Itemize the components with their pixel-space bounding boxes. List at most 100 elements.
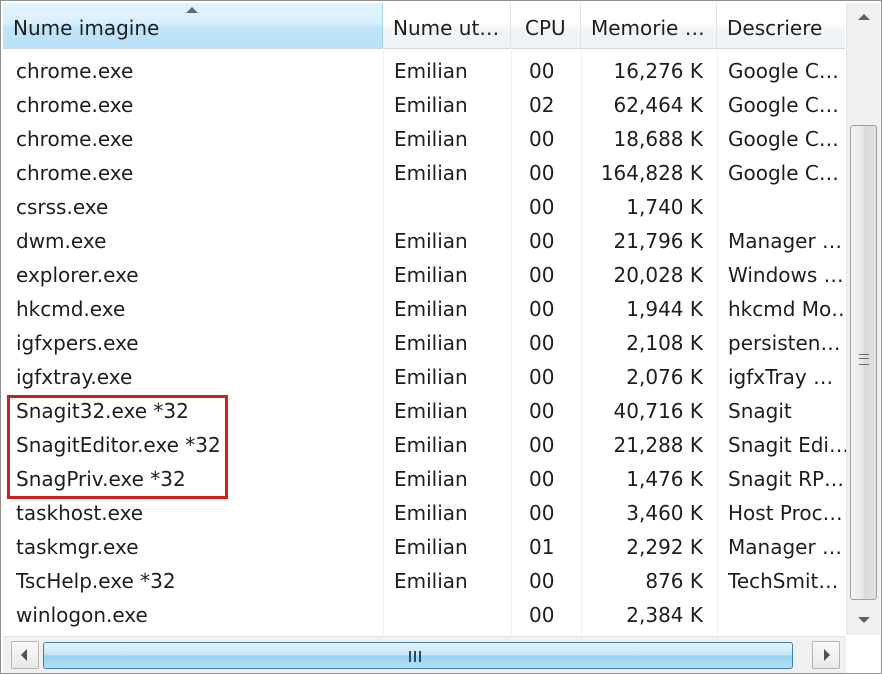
cpu-cell: 00 xyxy=(529,603,555,627)
scroll-up-button[interactable] xyxy=(847,3,880,33)
user-name-cell xyxy=(394,597,504,631)
process-name-cell: explorer.exe xyxy=(16,263,139,287)
process-row[interactable]: taskmgr.exe Emilian 01 2,292 K Manager … xyxy=(3,529,845,563)
column-header-description[interactable]: Descriere xyxy=(717,3,845,48)
user-name-cell: Emilian xyxy=(394,297,468,321)
process-name-cell: chrome.exe xyxy=(16,161,134,185)
process-row[interactable]: Snagit32.exe *32 Emilian 00 40,716 K Snagit xyxy=(3,393,845,427)
scroll-right-button[interactable] xyxy=(810,637,842,673)
description-cell: Host Proc… xyxy=(728,501,843,525)
cpu-cell: 00 xyxy=(529,229,555,253)
description-cell: Snagit xyxy=(728,399,792,423)
memory-cell: 1,944 K xyxy=(626,297,703,321)
process-row[interactable]: chrome.exe Emilian 02 62,464 K Google C… xyxy=(3,87,845,121)
column-header-cpu-label: CPU xyxy=(525,16,566,40)
grip-icon xyxy=(859,354,869,365)
memory-cell: 876 K xyxy=(645,569,703,593)
scroll-left-button[interactable] xyxy=(9,637,41,673)
user-name-cell: Emilian xyxy=(394,331,468,355)
user-name-cell: Emilian xyxy=(394,263,468,287)
column-header-cpu[interactable]: CPU xyxy=(511,3,581,48)
process-row[interactable]: igfxtray.exe Emilian 00 2,076 K igfxTray … xyxy=(3,359,845,393)
cpu-cell: 00 xyxy=(529,569,555,593)
column-header-user-name-label: Nume ut… xyxy=(393,16,500,40)
cpu-cell: 00 xyxy=(529,161,555,185)
process-row[interactable]: chrome.exe Emilian 00 18,688 K Google C… xyxy=(3,121,845,155)
horizontal-scrollbar[interactable] xyxy=(3,636,846,673)
cpu-cell: 02 xyxy=(529,93,555,117)
user-name-cell: Emilian xyxy=(394,433,468,457)
cpu-cell: 01 xyxy=(529,535,555,559)
process-name-cell: taskhost.exe xyxy=(16,501,144,525)
process-row[interactable]: chrome.exe Emilian 00 16,276 K Google C… xyxy=(3,53,845,87)
cpu-cell: 00 xyxy=(529,433,555,457)
process-name-cell: SnagitEditor.exe *32 xyxy=(16,433,221,457)
process-row[interactable]: TscHelp.exe *32 Emilian 00 876 K TechSmit… xyxy=(3,563,845,597)
process-row[interactable]: hkcmd.exe Emilian 00 1,944 K hkcmd Mo… xyxy=(3,291,846,325)
cpu-cell: 00 xyxy=(529,331,555,355)
process-row[interactable]: taskhost.exe Emilian 00 3,460 K Host Proc… xyxy=(3,495,845,529)
user-name-cell: Emilian xyxy=(394,399,468,423)
user-name-cell: Emilian xyxy=(394,161,468,185)
process-row[interactable]: csrss.exe 00 1,740 K xyxy=(3,189,845,223)
user-name-cell xyxy=(394,189,504,223)
description-cell: Snagit RP… xyxy=(728,467,845,491)
cpu-cell: 00 xyxy=(529,467,555,491)
column-header-memory-label: Memorie … xyxy=(591,16,705,40)
process-row[interactable]: SnagPriv.exe *32 Emilian 00 1,476 K Snagit R… xyxy=(3,461,845,495)
scroll-right-arrow-icon xyxy=(824,649,830,661)
description-cell: Snagit Edi… xyxy=(728,433,846,457)
user-name-cell: Emilian xyxy=(394,59,468,83)
process-row[interactable]: chrome.exe Emilian 00 164,828 K Google C… xyxy=(3,155,845,189)
scroll-down-button[interactable] xyxy=(847,605,880,635)
column-header-description-label: Descriere xyxy=(727,16,823,40)
process-row[interactable]: igfxpers.exe Emilian 00 2,108 K persisten… xyxy=(3,325,845,359)
process-name-cell: chrome.exe xyxy=(16,127,134,151)
process-rows: chrome.exe Emilian 00 16,276 K Google C… chro… xyxy=(3,53,846,631)
description-cell: igfxTray … xyxy=(728,365,834,389)
memory-cell: 2,108 K xyxy=(626,331,703,355)
user-name-cell: Emilian xyxy=(394,569,468,593)
scroll-right-button-box xyxy=(812,641,840,669)
user-name-cell: Emilian xyxy=(394,501,468,525)
vertical-scroll-thumb[interactable] xyxy=(850,125,877,600)
process-list-view: Nume imagine Nume ut… CPU Memorie … Desc… xyxy=(0,0,882,674)
process-row[interactable]: explorer.exe Emilian 00 20,028 K Windows … xyxy=(3,257,845,291)
column-header-bar: Nume imagine Nume ut… CPU Memorie … Desc… xyxy=(3,3,845,49)
cpu-cell: 00 xyxy=(529,263,555,287)
memory-cell: 1,476 K xyxy=(626,467,703,491)
horizontal-scroll-thumb[interactable] xyxy=(43,642,793,669)
memory-cell: 40,716 K xyxy=(613,399,703,423)
column-header-memory[interactable]: Memorie … xyxy=(581,3,717,48)
cpu-cell: 00 xyxy=(529,297,555,321)
description-cell: Google C… xyxy=(728,93,839,117)
process-name-cell: Snagit32.exe *32 xyxy=(16,399,189,423)
column-header-image-name-label: Nume imagine xyxy=(13,16,160,40)
description-cell xyxy=(728,597,846,631)
description-cell: TechSmit… xyxy=(728,569,839,593)
cpu-cell: 00 xyxy=(529,365,555,389)
description-cell: Manager … xyxy=(728,535,843,559)
user-name-cell: Emilian xyxy=(394,365,468,389)
column-header-user-name[interactable]: Nume ut… xyxy=(383,3,511,48)
process-name-cell: igfxpers.exe xyxy=(16,331,139,355)
user-name-cell: Emilian xyxy=(394,93,468,117)
description-cell: Google C… xyxy=(728,161,839,185)
vertical-scrollbar[interactable] xyxy=(846,3,880,635)
memory-cell: 2,076 K xyxy=(626,365,703,389)
cpu-cell: 00 xyxy=(529,195,555,219)
memory-cell: 62,464 K xyxy=(613,93,703,117)
process-row[interactable]: SnagitEditor.exe *32 Emilian 00 21,288 K Sna… xyxy=(3,427,846,461)
memory-cell: 21,796 K xyxy=(613,229,703,253)
memory-cell: 18,688 K xyxy=(613,127,703,151)
description-cell: Windows … xyxy=(728,263,844,287)
process-row[interactable]: dwm.exe Emilian 00 21,796 K Manager … xyxy=(3,223,845,257)
memory-cell: 20,028 K xyxy=(613,263,703,287)
process-name-cell: chrome.exe xyxy=(16,93,134,117)
description-cell: hkcmd Mo… xyxy=(728,297,846,321)
memory-cell: 3,460 K xyxy=(626,501,703,525)
user-name-cell: Emilian xyxy=(394,229,468,253)
process-row[interactable]: winlogon.exe 00 2,384 K xyxy=(3,597,845,631)
memory-cell: 21,288 K xyxy=(613,433,703,457)
description-cell: Google C… xyxy=(728,127,839,151)
